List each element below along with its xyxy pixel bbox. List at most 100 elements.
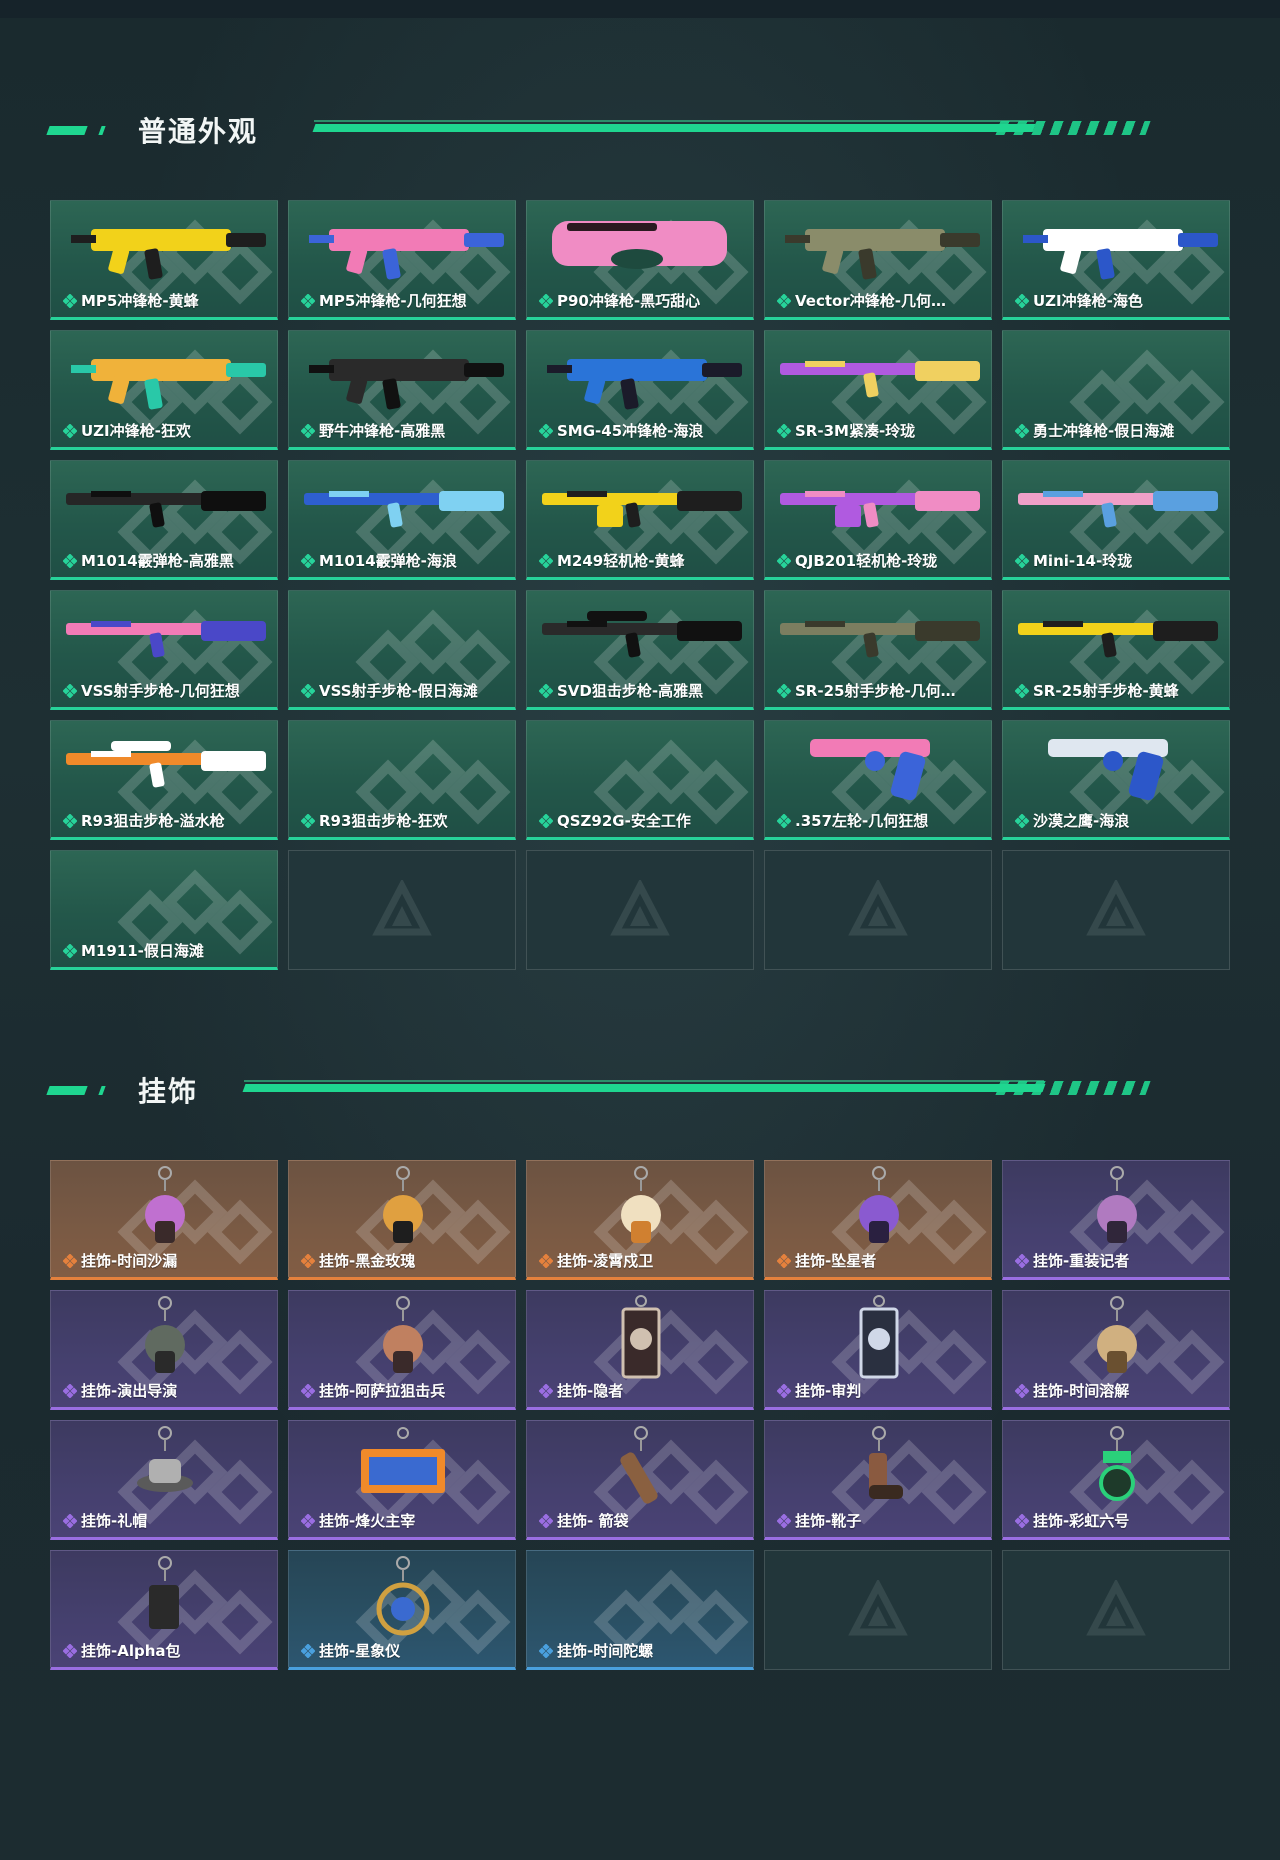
skin-card[interactable]: P90冲锋枪-黑巧甜心 (526, 200, 754, 320)
skin-card[interactable]: M1911-假日海滩 (50, 850, 278, 970)
charm-card[interactable]: 挂饰-Alpha包 (50, 1550, 278, 1670)
skin-card[interactable]: UZI冲锋枪-狂欢 (50, 330, 278, 450)
skin-card[interactable]: UZI冲锋枪-海色 (1002, 200, 1230, 320)
rarity-icon (301, 424, 315, 438)
item-label: 挂饰-审判 (795, 1382, 862, 1400)
charm-card[interactable]: 挂饰-黑金玫瑰 (288, 1160, 516, 1280)
rarity-icon (1015, 554, 1029, 568)
charm-card[interactable]: 挂饰-坠星者 (764, 1160, 992, 1280)
m1014-wave-skin-icon (304, 491, 504, 528)
placeholder-logo-icon (1086, 1580, 1146, 1636)
melting-clock-charm-icon (1097, 1296, 1137, 1373)
rarity-icon (539, 814, 553, 828)
placeholder-logo-icon (848, 1580, 908, 1636)
charm-card[interactable]: 挂饰-演出导演 (50, 1290, 278, 1410)
skin-card[interactable]: 野牛冲锋枪-高雅黑 (288, 330, 516, 450)
header-accent-tick (98, 1086, 106, 1095)
skin-card[interactable]: MP5冲锋枪-几何狂想 (288, 200, 516, 320)
charm-card[interactable]: 挂饰-星象仪 (288, 1550, 516, 1670)
charm-card[interactable]: 挂饰-阿萨拉狙击兵 (288, 1290, 516, 1410)
rarity-icon (63, 424, 77, 438)
black-gold-rose-charm-icon (383, 1166, 423, 1243)
rarity-icon (539, 424, 553, 438)
charm-card[interactable]: 挂饰-凌霄戍卫 (526, 1160, 754, 1280)
hourglass-charm-icon (145, 1166, 185, 1243)
rarity-icon (539, 684, 553, 698)
fallen-star-charm-icon (859, 1166, 899, 1243)
beacon-ruler-charm-icon (361, 1427, 445, 1493)
item-label: SR-25射手步枪-几何… (795, 682, 956, 700)
section-header: 挂饰 (46, 1068, 1208, 1108)
rarity-icon (777, 1254, 791, 1268)
item-label: 野牛冲锋枪-高雅黑 (319, 422, 446, 440)
item-label: SVD狙击步枪-高雅黑 (557, 682, 704, 700)
charm-card[interactable]: 挂饰-时间沙漏 (50, 1160, 278, 1280)
skin-card[interactable]: R93狙击步枪-溢水枪 (50, 720, 278, 840)
charm-card[interactable]: 挂饰-隐者 (526, 1290, 754, 1410)
rarity-icon (63, 1514, 77, 1528)
skin-card[interactable]: Vector冲锋枪-几何… (764, 200, 992, 320)
skin-card[interactable]: M1014霰弹枪-高雅黑 (50, 460, 278, 580)
charm-card[interactable]: 挂饰-烽火主宰 (288, 1420, 516, 1540)
rarity-icon (539, 294, 553, 308)
skin-card[interactable]: Mini-14-玲珑 (1002, 460, 1230, 580)
item-label: 挂饰-时间沙漏 (81, 1252, 178, 1270)
skin-card[interactable]: VSS射手步枪-几何狂想 (50, 590, 278, 710)
rarity-icon (539, 1384, 553, 1398)
skin-card[interactable]: SMG-45冲锋枪-海浪 (526, 330, 754, 450)
skin-card[interactable]: 沙漠之鹰-海浪 (1002, 720, 1230, 840)
skin-card[interactable]: MP5冲锋枪-黄蜂 (50, 200, 278, 320)
charm-card[interactable]: 挂饰- 箭袋 (526, 1420, 754, 1540)
section-header: 普通外观 (46, 108, 1208, 148)
header-line (242, 1084, 1046, 1092)
skin-card[interactable]: SR-3M紧凑-玲珑 (764, 330, 992, 450)
p90-chocolate-skin-icon (552, 221, 727, 269)
rarity-icon (1015, 1514, 1029, 1528)
alpha-pack-charm-icon (149, 1556, 179, 1629)
item-label: 挂饰-星象仪 (319, 1642, 401, 1660)
skin-card[interactable]: SR-25射手步枪-几何… (764, 590, 992, 710)
header-thin-line (244, 1080, 1044, 1082)
skin-card[interactable]: M249轻机枪-黄蜂 (526, 460, 754, 580)
top-band (0, 0, 1280, 18)
mini14-exquisite-skin-icon (1018, 491, 1218, 528)
uzi-carnival-skin-icon (71, 359, 266, 410)
item-label: 挂饰-演出导演 (81, 1382, 178, 1400)
astrolabe-charm-icon (376, 1556, 430, 1636)
rarity-icon (777, 1384, 791, 1398)
rarity-icon (63, 1254, 77, 1268)
charm-card[interactable]: 挂饰-时间溶解 (1002, 1290, 1230, 1410)
item-label: R93狙击步枪-狂欢 (319, 812, 448, 830)
skin-card[interactable]: 勇士冲锋枪-假日海滩 (1002, 330, 1230, 450)
sr25-camo-skin-icon (780, 621, 980, 658)
item-label: Vector冲锋枪-几何… (795, 292, 946, 310)
item-label: .357左轮-几何狂想 (795, 812, 929, 830)
charm-card[interactable]: 挂饰-彩虹六号 (1002, 1420, 1230, 1540)
skin-card[interactable]: SVD狙击步枪-高雅黑 (526, 590, 754, 710)
skin-card[interactable]: QSZ92G-安全工作 (526, 720, 754, 840)
charm-card[interactable]: 挂饰-重装记者 (1002, 1160, 1230, 1280)
rarity-icon (63, 814, 77, 828)
skin-card[interactable]: SR-25射手步枪-黄蜂 (1002, 590, 1230, 710)
skin-card[interactable]: QJB201轻机枪-玲珑 (764, 460, 992, 580)
charm-card[interactable]: 挂饰-靴子 (764, 1420, 992, 1540)
charm-grid: 挂饰-时间沙漏 挂饰-黑金玫瑰 挂饰-凌霄戍卫 挂饰-坠星者 挂饰-重装记者挂饰-演出导… (50, 1160, 1230, 1670)
skin-card[interactable]: .357左轮-几何狂想 (764, 720, 992, 840)
rarity-icon (63, 294, 77, 308)
rarity-icon (1015, 1384, 1029, 1398)
sr25-wasp-skin-icon (1018, 621, 1218, 658)
sr3m-exquisite-skin-icon (780, 361, 980, 398)
rarity-icon (1015, 684, 1029, 698)
skin-card[interactable]: VSS射手步枪-假日海滩 (288, 590, 516, 710)
charm-card[interactable]: 挂饰-时间陀螺 (526, 1550, 754, 1670)
item-label: SR-25射手步枪-黄蜂 (1033, 682, 1179, 700)
heavy-reporter-charm-icon (1097, 1166, 1137, 1243)
charm-card[interactable]: 挂饰-审判 (764, 1290, 992, 1410)
item-label: 沙漠之鹰-海浪 (1033, 812, 1130, 830)
skin-card[interactable]: M1014霰弹枪-海浪 (288, 460, 516, 580)
skin-card[interactable]: R93狙击步枪-狂欢 (288, 720, 516, 840)
rarity-icon (301, 1384, 315, 1398)
mp5-wasp-skin-icon (71, 229, 266, 280)
charm-card[interactable]: 挂饰-礼帽 (50, 1420, 278, 1540)
empty-slot (764, 1550, 992, 1670)
